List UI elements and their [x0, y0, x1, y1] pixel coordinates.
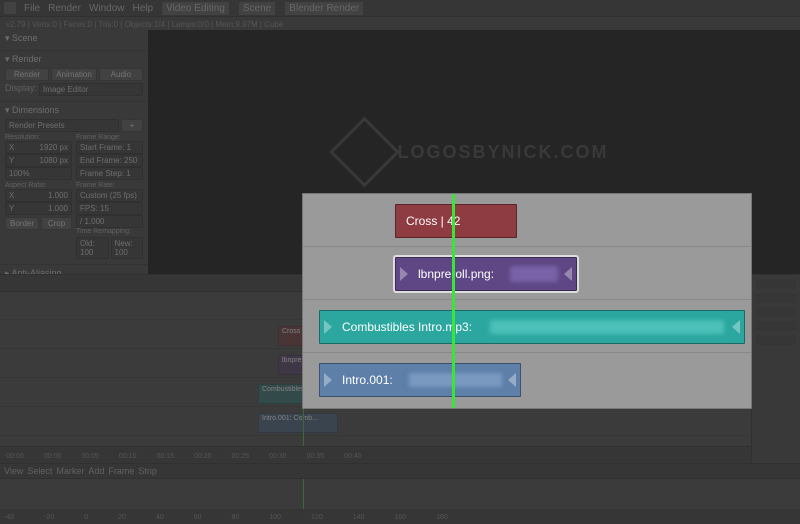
aspect-label: Aspect Ratio: — [5, 182, 72, 189]
fps-dropdown[interactable]: Custom (25 fps) — [76, 189, 143, 202]
seq-view-menu[interactable]: View — [4, 466, 23, 476]
display-dropdown[interactable]: Image Editor — [39, 83, 143, 96]
timeline-playhead[interactable] — [303, 479, 304, 509]
sequencer-zoom-overlay: Cross | 42 lbnpreroll.png: Combustibles … — [303, 194, 751, 408]
overlay-track-3[interactable]: lbnpreroll.png: — [303, 247, 751, 300]
render-button[interactable]: Render — [5, 68, 49, 81]
start-frame-field[interactable]: Start Frame: 1 — [76, 141, 143, 154]
seq-strip-menu[interactable]: Strip — [138, 466, 157, 476]
overlay-playhead[interactable] — [452, 194, 455, 408]
menu-window[interactable]: Window — [89, 3, 125, 14]
sidebar-field[interactable] — [756, 279, 796, 289]
clip-handle-right-icon[interactable] — [732, 320, 740, 334]
border-checkbox[interactable]: Border — [5, 217, 39, 230]
sequencer-sidebar[interactable] — [751, 275, 800, 465]
stats-text: v2.79 | Verts:0 | Faces:0 | Tris:0 | Obj… — [6, 20, 283, 29]
clip-lbnpreroll-selected[interactable]: lbnpreroll.png: — [395, 257, 577, 291]
track-1[interactable]: Intro.001: Comb... — [0, 407, 752, 436]
clip-intro-video[interactable]: Intro.001: — [319, 363, 521, 397]
dimensions-header[interactable]: ▾ Dimensions — [5, 105, 143, 116]
seq-frame-menu[interactable]: Frame — [108, 466, 134, 476]
clip-handle-left-icon[interactable] — [324, 373, 332, 387]
properties-panel[interactable]: ▾ Scene ▾ Render Render Animation Audio … — [0, 30, 149, 274]
sidebar-field[interactable] — [756, 321, 796, 331]
display-label: Display: — [5, 83, 37, 96]
sidebar-field[interactable] — [756, 293, 796, 303]
watermark-diamond-icon — [329, 117, 400, 188]
fps-base-field[interactable]: / 1.000 — [76, 215, 143, 228]
blender-logo-icon — [4, 2, 16, 14]
menu-help[interactable]: Help — [133, 3, 154, 14]
timeline-body[interactable] — [0, 479, 800, 509]
sidebar-field[interactable] — [756, 307, 796, 317]
overlay-track-4[interactable]: Cross | 42 — [303, 194, 751, 247]
clip-handle-right-icon[interactable] — [508, 373, 516, 387]
clip-intro-video[interactable]: Intro.001: Comb... — [258, 413, 338, 433]
menu-file[interactable]: File — [24, 3, 40, 14]
framerate-label: Frame Rate: — [76, 182, 143, 189]
render-header[interactable]: ▾ Render — [5, 54, 143, 65]
audio-button[interactable]: Audio — [99, 68, 143, 81]
watermark: LOGOSBYNICK.COM — [339, 127, 608, 177]
clip-handle-left-icon[interactable] — [400, 267, 408, 281]
sequencer-menu-bar[interactable]: View Select Marker Add Frame Strip — [0, 464, 800, 479]
new-field[interactable]: New: 100 — [111, 237, 144, 259]
bottom-area: View Select Marker Add Frame Strip -40-2… — [0, 463, 800, 524]
clip-content-blur — [409, 373, 502, 387]
crop-checkbox[interactable]: Crop — [41, 217, 72, 230]
res-y-field[interactable]: Y1080 px — [5, 154, 72, 167]
clip-label: lbnpreroll.png: — [408, 267, 504, 281]
clip-combustibles-audio[interactable]: Combustibles Intro.mp3: — [319, 310, 745, 344]
scene-header[interactable]: ▾ Scene — [5, 33, 143, 44]
clip-cross[interactable]: Cross | 42 — [395, 204, 517, 238]
old-field[interactable]: Old: 100 — [76, 237, 109, 259]
seq-select-menu[interactable]: Select — [27, 466, 52, 476]
clip-handle-left-icon[interactable] — [324, 320, 332, 334]
engine-dropdown[interactable]: Blender Render — [284, 1, 364, 16]
clip-handle-right-icon[interactable] — [564, 267, 572, 281]
add-preset-button[interactable]: + — [121, 119, 143, 132]
overlay-track-1[interactable]: Intro.001: — [303, 353, 751, 405]
overlay-track-2[interactable]: Combustibles Intro.mp3: — [303, 300, 751, 353]
res-x-field[interactable]: X1920 px — [5, 141, 72, 154]
clip-content-blur — [490, 320, 724, 334]
layout-dropdown[interactable]: Video Editing — [161, 1, 230, 16]
scene-dropdown[interactable]: Scene — [238, 1, 276, 16]
sidebar-field[interactable] — [756, 335, 796, 345]
seq-marker-menu[interactable]: Marker — [56, 466, 84, 476]
clip-label: Cross | 42 — [396, 214, 470, 228]
remap-label: Time Remapping: — [76, 228, 143, 235]
render-presets-dropdown[interactable]: Render Presets — [5, 119, 119, 132]
clip-content-blur — [510, 266, 558, 282]
resolution-label: Resolution: — [5, 134, 72, 141]
seq-add-menu[interactable]: Add — [88, 466, 104, 476]
aspect-y-field[interactable]: Y1.000 — [5, 202, 72, 215]
animation-button[interactable]: Animation — [51, 68, 97, 81]
menu-render[interactable]: Render — [48, 3, 81, 14]
aspect-x-field[interactable]: X1.000 — [5, 189, 72, 202]
timeline-ruler[interactable]: -40-20020406080100120140160180 — [0, 509, 800, 524]
clip-label: Intro.001: — [332, 373, 403, 387]
end-frame-field[interactable]: End Frame: 250 — [76, 154, 143, 167]
fps-field[interactable]: FPS: 15 — [76, 202, 143, 215]
frame-range-label: Frame Range: — [76, 134, 143, 141]
top-menu-bar[interactable]: File Render Window Help Video Editing Sc… — [0, 0, 800, 17]
frame-step-field[interactable]: Frame Step: 1 — [76, 167, 143, 180]
clip-label: Combustibles Intro.mp3: — [332, 320, 482, 334]
res-pct-field[interactable]: 100% — [5, 167, 72, 180]
